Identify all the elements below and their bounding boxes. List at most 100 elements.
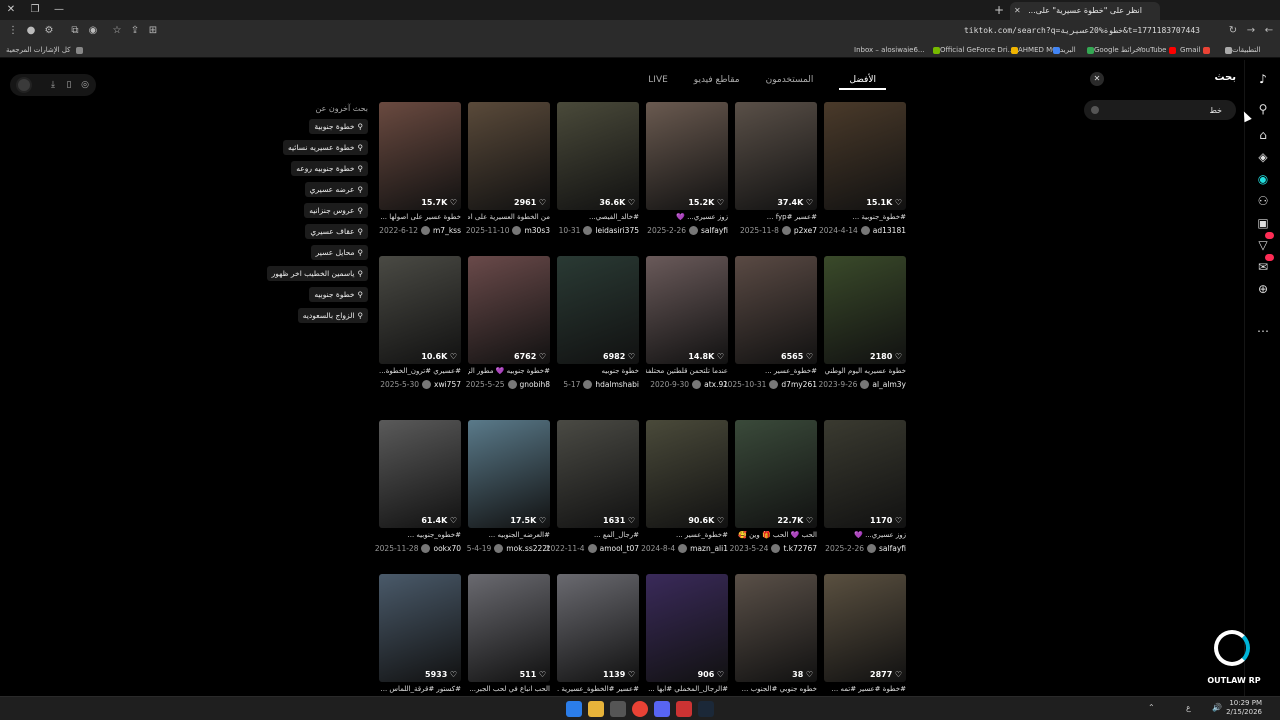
record-dot-icon[interactable] <box>16 77 32 93</box>
file-explorer-icon[interactable] <box>588 701 604 717</box>
username[interactable]: m7_kss <box>433 226 461 235</box>
video-thumbnail[interactable]: 2180 <box>824 256 906 364</box>
avatar[interactable] <box>860 380 870 389</box>
close-icon[interactable]: ✕ <box>1090 72 1104 86</box>
video-thumbnail[interactable]: 2961 <box>468 102 550 210</box>
video-thumbnail[interactable]: 38 <box>735 574 817 682</box>
video-thumbnail[interactable]: 6982 <box>557 256 639 364</box>
back-icon[interactable]: → <box>1244 24 1258 38</box>
username[interactable]: d7my261 <box>781 380 817 389</box>
close-window-icon[interactable]: ✕ <box>4 3 18 17</box>
related-search-chip[interactable]: محايل عسير ⚲ <box>310 245 368 260</box>
upload-icon[interactable]: ⊕ <box>1254 280 1272 298</box>
avatar[interactable] <box>421 226 430 235</box>
recording-icon[interactable]: ◉ <box>86 24 100 38</box>
video-thumbnail[interactable]: 15.2K <box>646 102 728 210</box>
new-tab-button[interactable]: + <box>994 3 1004 17</box>
explore-icon[interactable]: ◈ <box>1254 148 1272 166</box>
volume-icon[interactable]: 🔊 <box>1212 703 1222 712</box>
live-icon[interactable]: ▣ <box>1254 214 1272 232</box>
bookmark-mail[interactable]: البريد <box>1050 44 1076 56</box>
avatar[interactable] <box>692 380 702 389</box>
username[interactable]: salfayfi <box>701 226 728 235</box>
language-indicator[interactable]: ع <box>1186 703 1191 712</box>
avatar[interactable] <box>781 226 791 235</box>
discord-icon[interactable] <box>654 701 670 717</box>
active-tab[interactable]: ✕ انظر على "خطوة عسيرية" على... <box>1010 2 1160 20</box>
messages-icon[interactable]: ✉ <box>1254 258 1272 276</box>
extensions-puzzle-icon[interactable]: ⧉ <box>68 24 82 38</box>
username[interactable]: gnobih8 <box>520 380 550 389</box>
video-thumbnail[interactable]: 22.7K <box>735 420 817 528</box>
username[interactable]: t.k72767 <box>783 544 817 553</box>
avatar[interactable] <box>507 380 517 389</box>
minimize-window-icon[interactable]: — <box>52 3 66 17</box>
bookmark-maps[interactable]: Google خرائط <box>1084 44 1140 56</box>
related-search-chip[interactable]: ياسمين الخطيب اخر ظهور ⚲ <box>266 266 368 281</box>
related-search-chip[interactable]: عرضه عسيري ⚲ <box>304 182 368 197</box>
clear-search-icon[interactable] <box>1091 106 1099 114</box>
tab-top[interactable]: الأفضل <box>839 72 886 90</box>
username[interactable]: p2xe7 <box>794 226 817 235</box>
username[interactable]: amool_t07 <box>600 544 639 553</box>
close-tab-icon[interactable]: ✕ <box>1014 2 1021 20</box>
video-thumbnail[interactable]: 37.4K <box>735 102 817 210</box>
extension-icon[interactable]: ⚙ <box>42 24 56 38</box>
clock[interactable]: 10:29 PM 2/15/2026 <box>1226 699 1262 717</box>
username[interactable]: hdalmshabi <box>595 380 639 389</box>
video-thumbnail[interactable]: 15.7K <box>379 102 461 210</box>
avatar[interactable] <box>689 226 698 235</box>
compass-icon[interactable]: ◎ <box>78 78 92 92</box>
bookmark-apps[interactable]: التطبيقات <box>1222 44 1260 56</box>
username[interactable]: mazn_ali1 <box>690 544 728 553</box>
username[interactable]: ad13181 <box>873 226 906 235</box>
video-thumbnail[interactable]: 1139 <box>557 574 639 682</box>
related-search-chip[interactable]: خطوة جنوبية ⚲ <box>309 119 368 134</box>
tiktok-logo-icon[interactable]: ♪ <box>1254 70 1272 88</box>
phone-icon[interactable]: ▯ <box>62 78 76 92</box>
tab-videos[interactable]: مقاطع فيديو <box>694 72 740 90</box>
restore-window-icon[interactable]: ❐ <box>28 3 42 17</box>
bookmark-gmail[interactable]: Gmail <box>1180 44 1211 56</box>
avatar[interactable] <box>583 380 593 389</box>
related-search-chip[interactable]: خطوة جنوبيه روعه ⚲ <box>291 161 368 176</box>
video-thumbnail[interactable]: 906 <box>646 574 728 682</box>
avatar[interactable] <box>771 544 781 553</box>
url-field[interactable]: tiktok.com/search?q=خطوة%20عسيرية&t=1771… <box>964 24 1200 38</box>
username[interactable]: leidasiri375 <box>595 226 639 235</box>
bookmark-inbox[interactable]: Inbox – alosiwaie6... <box>854 44 925 56</box>
avatar[interactable] <box>421 544 431 553</box>
username[interactable]: m30s3 <box>524 226 550 235</box>
avatar[interactable] <box>867 544 876 553</box>
search-icon[interactable]: ⚲ <box>1254 100 1272 118</box>
video-thumbnail[interactable]: 6565 <box>735 256 817 364</box>
username[interactable]: mok.ss222t <box>506 544 550 553</box>
reload-icon[interactable]: ↻ <box>1226 24 1240 38</box>
activity-icon[interactable]: ▽ <box>1254 236 1272 254</box>
chrome-icon[interactable] <box>632 701 648 717</box>
username[interactable]: salfayfi <box>879 544 906 553</box>
profile-icon[interactable]: ● <box>24 24 38 38</box>
video-thumbnail[interactable]: 10.6K <box>379 256 461 364</box>
username[interactable]: xwi757 <box>434 380 461 389</box>
related-search-chip[interactable]: خطوة جنوبيه ⚲ <box>309 287 368 302</box>
video-thumbnail[interactable]: 14.8K <box>646 256 728 364</box>
home-icon[interactable]: ⌂ <box>1254 126 1272 144</box>
more-icon[interactable]: ⋯ <box>1254 322 1272 340</box>
start-icon[interactable] <box>566 701 582 717</box>
video-thumbnail[interactable]: 511 <box>468 574 550 682</box>
install-app-icon[interactable]: ⊞ <box>146 24 160 38</box>
avatar[interactable] <box>860 226 870 235</box>
video-thumbnail[interactable]: 15.1K <box>824 102 906 210</box>
related-search-chip[interactable]: الزواج بالسعوديه ⚲ <box>297 308 368 323</box>
avatar[interactable] <box>678 544 688 553</box>
avatar[interactable] <box>512 226 522 235</box>
tab-live[interactable]: LIVE <box>648 72 668 90</box>
username[interactable]: atx.91 <box>704 380 728 389</box>
settings-icon[interactable] <box>610 701 626 717</box>
bookmark-youtube[interactable]: YouTube <box>1138 44 1177 56</box>
video-thumbnail[interactable]: 1170 <box>824 420 906 528</box>
avatar[interactable] <box>769 380 779 389</box>
tray-chevron-icon[interactable]: ⌃ <box>1148 703 1155 712</box>
video-thumbnail[interactable]: 1631 <box>557 420 639 528</box>
